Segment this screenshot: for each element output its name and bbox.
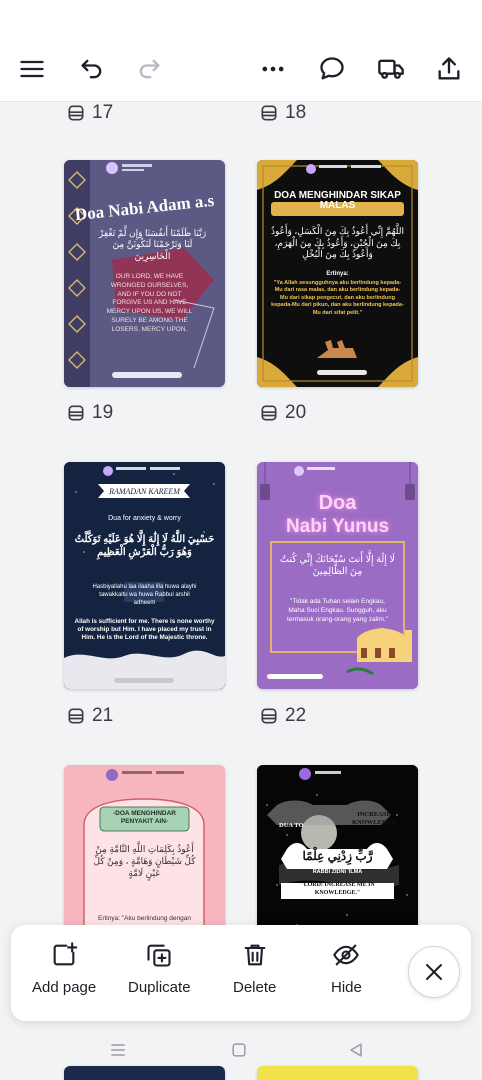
thumbnail-arabic-text: حَسْبِيَ اللَّهُ لَا إِلَٰهَ إِلَّا هُوَ…: [74, 534, 215, 558]
thumbnail-title: Doa: [318, 492, 357, 514]
thumbnail-artwork: [64, 462, 225, 689]
thumbnail-subtitle: Nabi Yunus: [285, 516, 390, 537]
page-actions-sheet: Add page Duplicate Delete Hide: [11, 925, 471, 1021]
system-navigation-bar: [0, 1030, 482, 1070]
page-thumbnail-19[interactable]: Doa Nabi Adam a.s رَبَّنَا ظَلَمْنَا أَن…: [64, 160, 225, 387]
thumbnail-body-text: Allah is sufficient for me. There is non…: [74, 618, 215, 642]
page-stack-icon: [68, 708, 84, 724]
page-label-20: 20: [259, 402, 306, 424]
page-label-21: 21: [66, 705, 113, 727]
trash-icon: [244, 944, 266, 966]
thumbnail-title: INCREASE KNOWLEDGE: [351, 811, 397, 827]
page-thumbnail-20[interactable]: DOA MENGHINDAR SIKAP MALAS اللَّهُمَّ إِ…: [257, 160, 418, 387]
recent-apps-icon[interactable]: [108, 1040, 128, 1060]
back-icon[interactable]: [346, 1040, 366, 1060]
thumbnail-translit-text: RABBI ZIDNI 'ILMA: [312, 869, 363, 875]
thumbnail-arabic-text: لَا إِلَٰهَ إِلَّا أَنتَ سُبْحَانَكَ إِن…: [280, 554, 395, 578]
delete-button[interactable]: Delete: [233, 941, 276, 996]
page-stack-icon: [261, 105, 277, 121]
thumbnail-body-text: Ertinya: "Aku berlindung dengan: [97, 915, 191, 922]
more-dots-icon[interactable]: [256, 52, 290, 86]
thumbnail-banner-text: RAMADAN KAREEM: [109, 487, 180, 496]
home-icon[interactable]: [229, 1040, 249, 1060]
thumbnail-subtitle: Dua for anxiety & worry: [108, 515, 181, 522]
page-stack-icon: [68, 405, 84, 421]
page-label-22: 22: [259, 705, 306, 727]
add-page-icon: [53, 942, 78, 966]
undo-icon[interactable]: [75, 52, 109, 86]
redo-icon[interactable]: [132, 52, 166, 86]
thumbnail-label: Ertinya:: [326, 271, 349, 277]
delivery-truck-icon[interactable]: [374, 52, 408, 86]
page-stack-icon: [261, 405, 277, 421]
thumbnail-body-text: "LORD! INCREASE ME IN KNOWLEDGE.": [300, 882, 375, 896]
thumbnail-body-text: OUR LORD, WE HAVE WRONGED OURSELVES, AND…: [106, 273, 193, 333]
comment-icon[interactable]: [315, 52, 349, 86]
duplicate-button[interactable]: Duplicate: [128, 941, 191, 996]
thumbnail-arabic-text: اللَّهُمَّ إِنِّي أَعُوذُ بِكَ مِنَ الْك…: [271, 226, 404, 260]
hamburger-menu-icon[interactable]: [15, 52, 49, 86]
share-upload-icon[interactable]: [432, 52, 466, 86]
page-label-17: 17: [66, 102, 113, 124]
thumbnail-label: DUA TO: [279, 822, 304, 829]
thumbnail-body-text: "Ya Allah sesungguhnya aku berlindung ke…: [271, 280, 404, 316]
thumbnail-arabic-text: رَّبِّ زِدْنِي عِلْمًا: [302, 849, 373, 863]
close-icon: [426, 964, 442, 980]
thumbnail-title: -DOA MENGHINDAR PENYAKIT AIN-: [113, 810, 176, 826]
close-button[interactable]: [408, 946, 460, 998]
thumbnail-translit-text: Hasbiyallahu laa ilaaha illa huwa alayhi…: [92, 584, 197, 606]
thumbnail-arabic-text: أَعُوذُ بِكَلِمَاتِ اللَّهِ التَّامَّةِ …: [93, 844, 196, 879]
add-page-button[interactable]: Add page: [32, 941, 96, 996]
page-label-19: 19: [66, 402, 113, 424]
thumbnail-title: DOA MENGHINDAR SIKAP MALAS: [274, 190, 401, 211]
eye-off-icon: [333, 944, 360, 966]
page-thumbnail-22[interactable]: Doa Nabi Yunus لَا إِلَٰهَ إِلَّا أَنتَ …: [257, 462, 418, 689]
page-label-18: 18: [259, 102, 306, 124]
duplicate-icon: [147, 944, 171, 967]
thumbnail-body-text: "Tidak ada Tuhan selain Engkau, Maha Suc…: [287, 598, 388, 623]
page-stack-icon: [68, 105, 84, 121]
thumbnail-arabic-text: رَبَّنَا ظَلَمْنَا أَنفُسَنَا وَإِن لَّم…: [98, 228, 207, 261]
page-stack-icon: [261, 708, 277, 724]
editor-toolbar: [0, 0, 482, 102]
page-thumbnail-21[interactable]: RAMADAN KAREEM Dua for anxiety & worry ح…: [64, 462, 225, 689]
hide-button[interactable]: Hide: [331, 941, 362, 996]
